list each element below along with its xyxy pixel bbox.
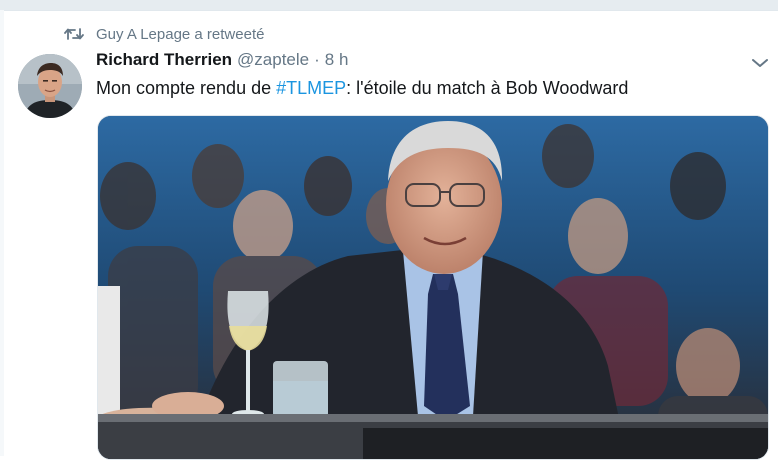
author-handle[interactable]: @zaptele (237, 50, 309, 70)
retweet-context[interactable]: Guy A Lepage a retweeté (64, 24, 264, 44)
retweet-context-label[interactable]: Guy A Lepage a retweeté (96, 26, 264, 43)
author-name[interactable]: Richard Therrien (96, 50, 232, 70)
timeline-left-border (0, 10, 4, 456)
tweet-text-end: : l'étoile du match à Bob Woodward (346, 78, 629, 98)
tweet-photo[interactable] (97, 115, 769, 460)
timeline-divider (0, 0, 778, 11)
header-separator: · (314, 50, 320, 69)
hashtag-link[interactable]: #TLMEP (276, 78, 346, 98)
author-avatar[interactable] (18, 54, 82, 118)
tweet-text: Mon compte rendu de #TLMEP: l'étoile du … (96, 78, 628, 102)
retweet-icon (64, 26, 84, 42)
tweet-text-start: Mon compte rendu de (96, 78, 277, 98)
chevron-down-icon[interactable] (750, 54, 770, 72)
tweet-header: Richard Therrien @zaptele · 8 h (96, 50, 348, 74)
tweet-timestamp[interactable]: 8 h (325, 50, 349, 70)
